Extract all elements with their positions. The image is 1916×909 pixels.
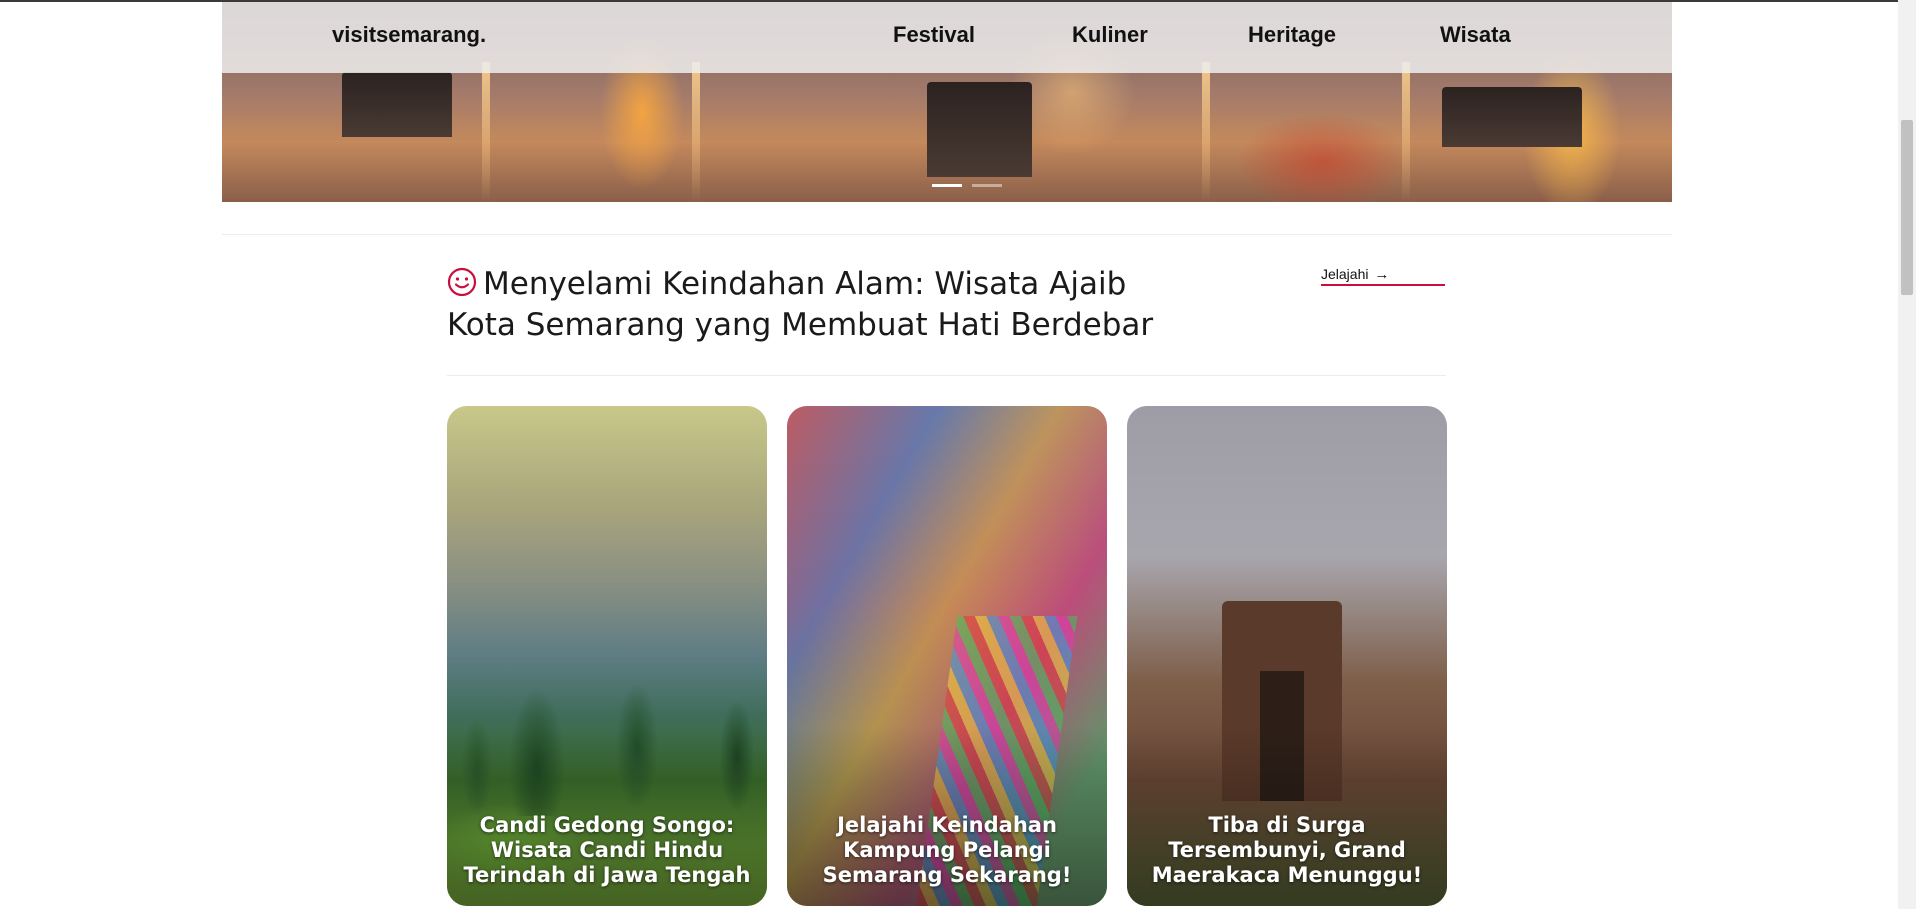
vertical-scrollbar[interactable]: [1898, 0, 1916, 909]
arrow-right-icon: →: [1374, 266, 1390, 283]
card-title: Jelajahi Keindahan Kampung Pelangi Semar…: [822, 813, 1072, 887]
smile-icon: [447, 267, 477, 297]
destination-card[interactable]: Candi Gedong Songo: Wisata Candi Hindu T…: [447, 406, 767, 906]
divider: [222, 234, 1672, 235]
nav-item-wisata[interactable]: Wisata: [1440, 22, 1511, 48]
section-title: Menyelami Keindahan Alam: Wisata Ajaib K…: [447, 264, 1167, 346]
carousel-indicators: [932, 184, 1002, 187]
hero-image-reflection: [1202, 62, 1210, 202]
hero-image-reflection: [482, 62, 490, 202]
hero-image-pillar: [927, 82, 1032, 177]
hero-image-pillar: [342, 72, 452, 137]
card-title: Tiba di Surga Tersembunyi, Grand Maeraka…: [1151, 813, 1423, 887]
hero-image-pillar: [1442, 87, 1582, 147]
carousel-indicator[interactable]: [972, 184, 1002, 187]
divider: [447, 375, 1446, 376]
page: visitsemarang. Festival Kuliner Heritage…: [0, 0, 1898, 909]
scrollbar-thumb[interactable]: [1901, 120, 1913, 295]
carousel-indicator-active[interactable]: [932, 184, 962, 187]
section-title-text: Menyelami Keindahan Alam: Wisata Ajaib K…: [447, 266, 1154, 343]
explore-link-label: Jelajahi: [1321, 266, 1369, 282]
explore-link[interactable]: Jelajahi →: [1321, 266, 1445, 286]
destination-card[interactable]: Tiba di Surga Tersembunyi, Grand Maeraka…: [1127, 406, 1447, 906]
hero-carousel[interactable]: visitsemarang. Festival Kuliner Heritage…: [222, 2, 1672, 202]
brand-logo[interactable]: visitsemarang.: [332, 22, 486, 48]
top-navbar: visitsemarang. Festival Kuliner Heritage…: [222, 2, 1672, 73]
nav-item-heritage[interactable]: Heritage: [1248, 22, 1336, 48]
card-title: Candi Gedong Songo: Wisata Candi Hindu T…: [463, 813, 751, 887]
hero-image-reflection: [1402, 62, 1410, 202]
nav-item-festival[interactable]: Festival: [893, 22, 975, 48]
hero-image-reflection: [692, 62, 700, 202]
destination-card[interactable]: Jelajahi Keindahan Kampung Pelangi Semar…: [787, 406, 1107, 906]
nav-item-kuliner[interactable]: Kuliner: [1072, 22, 1148, 48]
